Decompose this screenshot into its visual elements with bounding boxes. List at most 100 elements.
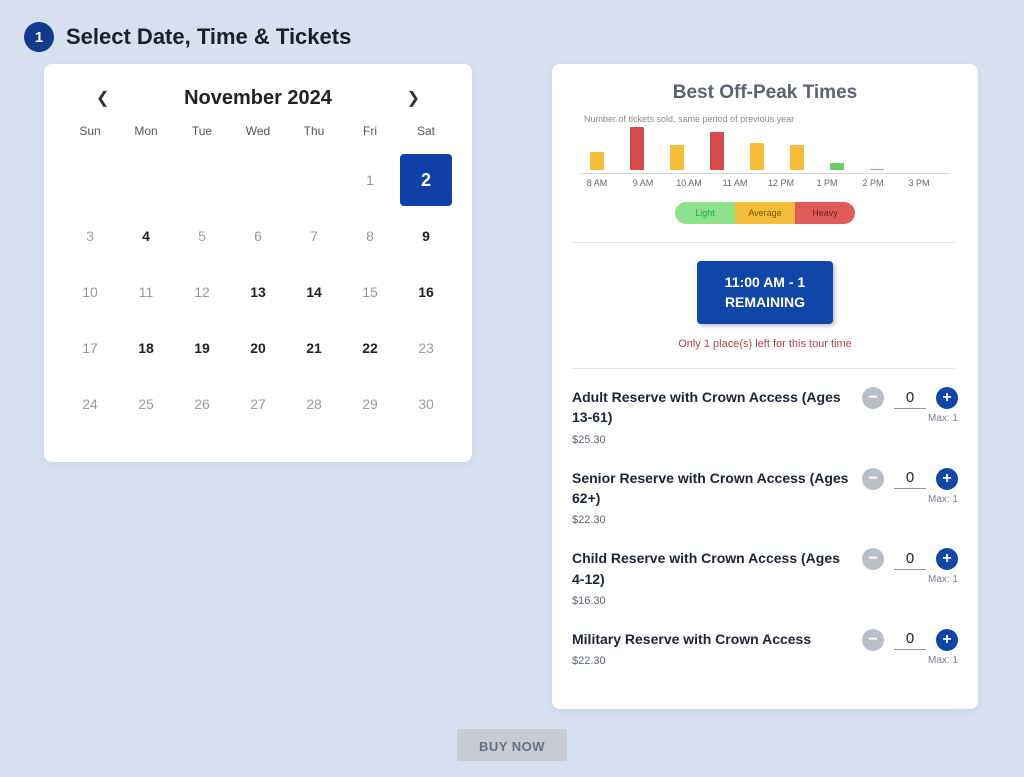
qty-max-label: Max: 1 [928, 655, 958, 666]
calendar-day[interactable]: 27 [230, 376, 286, 432]
ticket-info: Military Reserve with Crown Access$22.30 [572, 629, 862, 667]
qty-max-label: Max: 1 [928, 574, 958, 585]
calendar-day-header: Sun [62, 118, 118, 152]
qty-input[interactable] [894, 468, 926, 489]
chart-subtitle: Number of tickets sold, same period of p… [580, 114, 950, 124]
calendar-day[interactable]: 22 [342, 320, 398, 376]
qty-plus-button[interactable]: + [936, 629, 958, 651]
qty-minus-button[interactable]: − [862, 548, 884, 570]
calendar-day[interactable]: 9 [398, 208, 454, 264]
chart-bar [830, 163, 844, 170]
calendar-day[interactable]: 23 [398, 320, 454, 376]
calendar-prev-button[interactable]: ❮ [88, 84, 117, 112]
calendar-day[interactable]: 18 [118, 320, 174, 376]
ticket-name: Adult Reserve with Crown Access (Ages 13… [572, 387, 852, 428]
calendar-day[interactable]: 4 [118, 208, 174, 264]
calendar-day[interactable]: 12 [174, 264, 230, 320]
chart-x-tick: 12 PM [768, 178, 794, 188]
calendar-next-button[interactable]: ❯ [399, 84, 428, 112]
chart-x-tick: 10 AM [676, 178, 702, 188]
step-number-badge: 1 [24, 22, 54, 52]
calendar-day[interactable]: 5 [174, 208, 230, 264]
ticket-info: Child Reserve with Crown Access (Ages 4-… [572, 548, 862, 607]
calendar-day[interactable]: 7 [286, 208, 342, 264]
qty-plus-button[interactable]: + [936, 468, 958, 490]
calendar-day[interactable]: 3 [62, 208, 118, 264]
ticket-qty: − + Max: 1 [862, 387, 958, 424]
chart-title: Best Off-Peak Times [580, 82, 950, 104]
qty-minus-button[interactable]: − [862, 387, 884, 409]
ticket-price: $16.30 [572, 595, 852, 607]
ticket-row: Senior Reserve with Crown Access (Ages 6… [552, 468, 978, 527]
qty-input[interactable] [894, 388, 926, 409]
qty-max-label: Max: 1 [928, 413, 958, 424]
calendar-day[interactable]: 20 [230, 320, 286, 376]
calendar-grid: SunMonTueWedThuFriSat 123456789101112131… [62, 118, 454, 432]
qty-plus-button[interactable]: + [936, 548, 958, 570]
timeslot-line1: 11:00 AM - 1 [725, 274, 805, 290]
calendar-day-selected[interactable]: 2 [398, 152, 454, 208]
calendar-day[interactable]: 24 [62, 376, 118, 432]
ticket-price: $25.30 [572, 434, 852, 446]
calendar-day-header: Mon [118, 118, 174, 152]
ticket-info: Senior Reserve with Crown Access (Ages 6… [572, 468, 862, 527]
chart-x-tick: 2 PM [860, 178, 886, 188]
calendar-day-header: Sat [398, 118, 454, 152]
legend-light: Light [675, 202, 735, 224]
calendar-day[interactable]: 1 [342, 152, 398, 208]
qty-minus-button[interactable]: − [862, 468, 884, 490]
chart-bar [590, 152, 604, 170]
calendar-month-label: November 2024 [184, 87, 332, 110]
chart-bar [710, 132, 724, 170]
legend-average: Average [735, 202, 795, 224]
calendar-day[interactable]: 14 [286, 264, 342, 320]
ticket-price: $22.30 [572, 514, 852, 526]
offpeak-chart: Best Off-Peak Times Number of tickets so… [552, 82, 978, 224]
chart-x-tick: 1 PM [814, 178, 840, 188]
qty-plus-button[interactable]: + [936, 387, 958, 409]
calendar-day-header: Thu [286, 118, 342, 152]
ticket-row: Military Reserve with Crown Access$22.30… [552, 629, 978, 667]
chart-bar [870, 169, 884, 170]
qty-input[interactable] [894, 549, 926, 570]
calendar-day [286, 152, 342, 208]
legend-heavy: Heavy [795, 202, 855, 224]
calendar-day[interactable]: 11 [118, 264, 174, 320]
chart-x-tick: 9 AM [630, 178, 656, 188]
ticket-info: Adult Reserve with Crown Access (Ages 13… [572, 387, 862, 446]
chart-x-tick: 11 AM [722, 178, 748, 188]
calendar-day[interactable]: 6 [230, 208, 286, 264]
calendar-day[interactable]: 10 [62, 264, 118, 320]
calendar-day-header: Wed [230, 118, 286, 152]
calendar-day[interactable]: 28 [286, 376, 342, 432]
calendar-day[interactable]: 21 [286, 320, 342, 376]
divider [572, 242, 958, 243]
calendar-day[interactable]: 17 [62, 320, 118, 376]
calendar-day[interactable]: 8 [342, 208, 398, 264]
ticket-list: Adult Reserve with Crown Access (Ages 13… [552, 387, 978, 667]
divider [572, 368, 958, 369]
timeslot-remaining-note: Only 1 place(s) left for this tour time [552, 338, 978, 350]
chart-bar [750, 143, 764, 170]
chart-bar [790, 145, 804, 170]
qty-minus-button[interactable]: − [862, 629, 884, 651]
calendar-day [230, 152, 286, 208]
calendar-day[interactable]: 30 [398, 376, 454, 432]
calendar-day[interactable]: 13 [230, 264, 286, 320]
buy-now-button[interactable]: BUY NOW [457, 729, 567, 761]
calendar-day[interactable]: 29 [342, 376, 398, 432]
calendar-day-header: Tue [174, 118, 230, 152]
calendar-day[interactable]: 16 [398, 264, 454, 320]
timeslot-line2: REMAINING [725, 294, 805, 310]
step-header: 1 Select Date, Time & Tickets [16, 16, 1008, 64]
ticket-qty: − + Max: 1 [862, 629, 958, 666]
qty-input[interactable] [894, 629, 926, 650]
calendar-day[interactable]: 25 [118, 376, 174, 432]
calendar-day [62, 152, 118, 208]
ticket-name: Senior Reserve with Crown Access (Ages 6… [572, 468, 852, 509]
calendar-day [174, 152, 230, 208]
timeslot-button[interactable]: 11:00 AM - 1 REMAINING [697, 261, 833, 324]
calendar-day[interactable]: 15 [342, 264, 398, 320]
calendar-day[interactable]: 19 [174, 320, 230, 376]
calendar-day[interactable]: 26 [174, 376, 230, 432]
